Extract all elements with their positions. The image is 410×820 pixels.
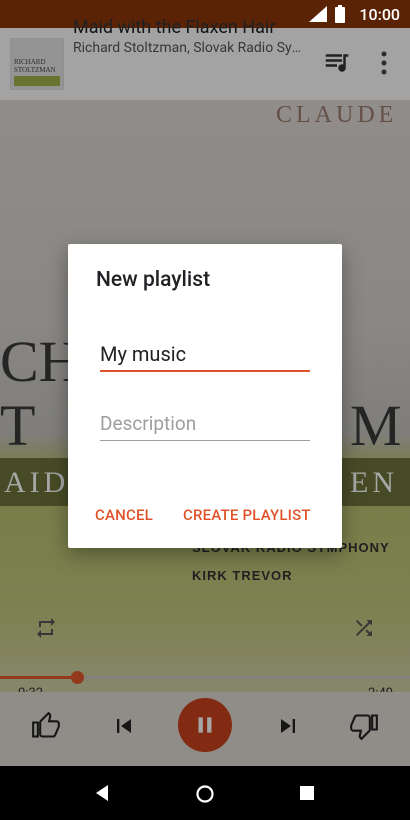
battery-icon [335,5,346,23]
clock: 10:00 [359,4,400,24]
navigation-bar [0,766,410,820]
dialog-title: New playlist [96,268,211,292]
new-playlist-dialog: New playlist My music Description CANCEL… [68,244,342,548]
description-underline [100,440,310,441]
description-input[interactable]: Description [100,412,310,435]
recents-icon[interactable] [300,786,314,800]
playlist-name-input[interactable]: My music [100,342,310,366]
name-underline [100,370,310,372]
playlist-description-field[interactable]: Description [100,412,310,441]
cancel-button[interactable]: CANCEL [95,506,153,524]
create-playlist-button[interactable]: CREATE PLAYLIST [183,506,311,524]
signal-icon [309,6,328,22]
home-icon[interactable] [195,784,215,804]
back-icon[interactable] [94,784,112,802]
playlist-name-field[interactable]: My music [100,342,310,372]
